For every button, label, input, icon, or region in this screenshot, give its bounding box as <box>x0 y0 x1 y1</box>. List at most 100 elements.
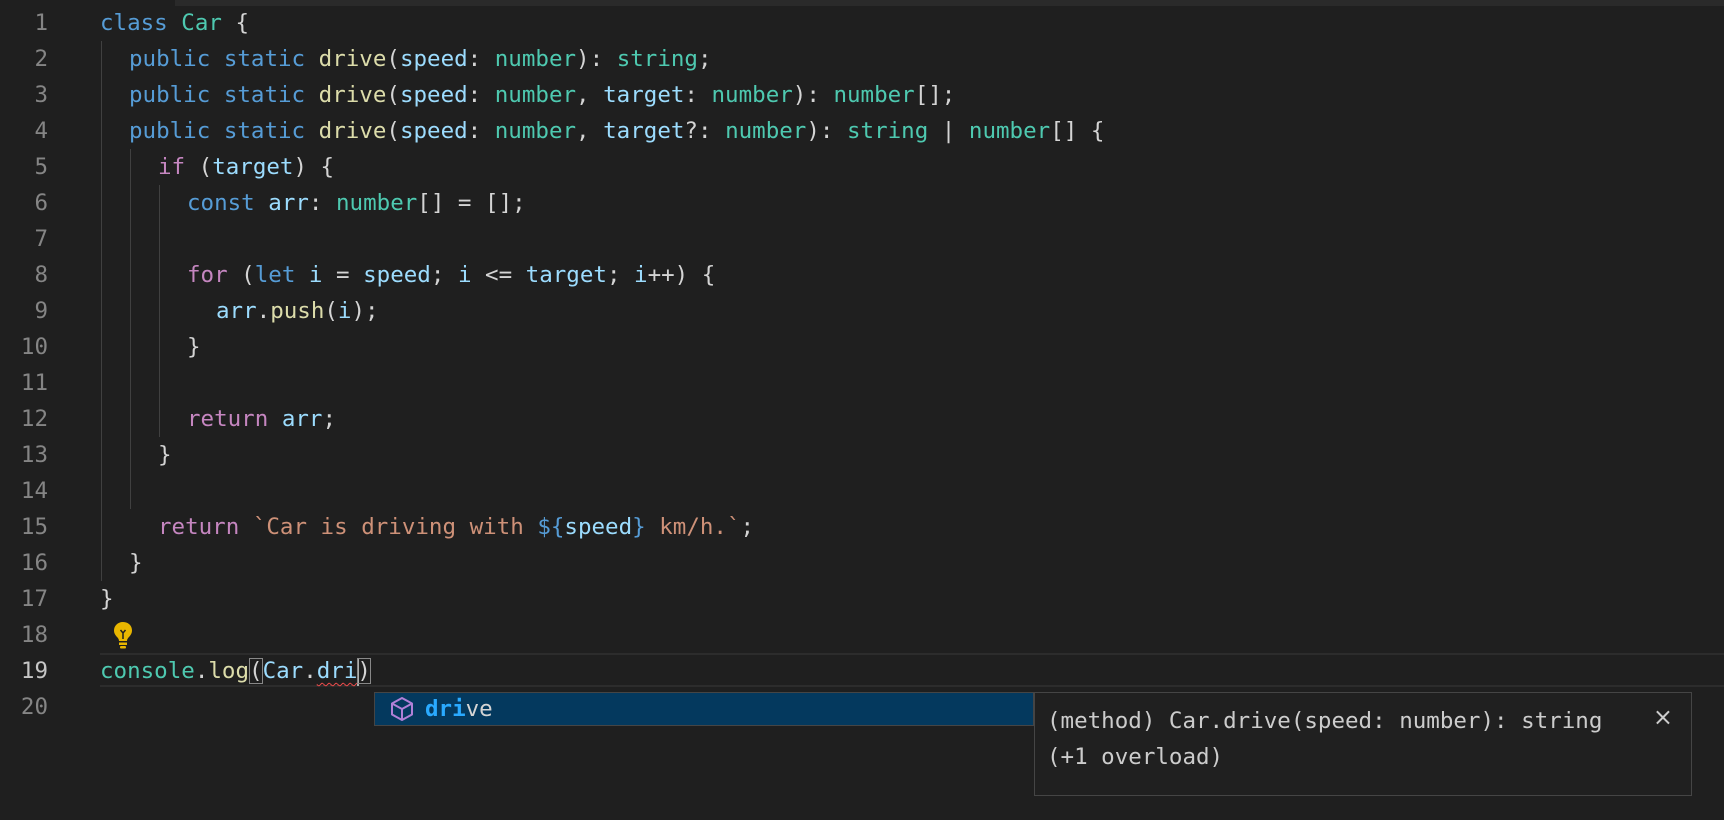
punctuation: ) { <box>293 154 335 180</box>
code-line-19: console.log(Car.dri) <box>100 653 371 689</box>
code-line-1: class Car { <box>100 5 249 41</box>
object-name: console <box>100 658 195 684</box>
keyword: const <box>187 190 255 216</box>
keyword: public <box>129 46 211 72</box>
brace: } <box>187 334 201 360</box>
punctuation: ( <box>386 118 400 144</box>
punctuation: , <box>576 118 604 144</box>
code-line-8: for (let i = speed; i <= target; i++) { <box>187 257 715 293</box>
method-cube-icon-svg <box>391 697 413 721</box>
punctuation: ; <box>697 46 712 72</box>
type: number <box>968 118 1051 144</box>
method-name: drive <box>318 46 387 72</box>
variable: i <box>308 262 323 288</box>
template-string: `Car is driving with <box>252 514 538 540</box>
variable: arr <box>268 190 309 216</box>
punctuation: : <box>467 82 495 108</box>
variable: arr <box>281 406 323 432</box>
punctuation: ++) { <box>647 262 716 288</box>
variable: arr <box>216 298 257 324</box>
suggestion-details-panel: (method) Car.drive(speed: number): strin… <box>1034 692 1692 796</box>
lightbulb-icon-svg <box>114 622 132 649</box>
code-line-3: public static drive(speed: number, targe… <box>129 77 955 113</box>
keyword: return <box>158 514 240 540</box>
keyword: static <box>223 118 306 144</box>
method-name: drive <box>318 82 387 108</box>
punctuation: []; <box>914 82 956 108</box>
punctuation: ; <box>740 514 755 540</box>
punctuation: , <box>576 82 604 108</box>
punctuation: [] = []; <box>417 190 526 216</box>
type: string <box>616 46 698 72</box>
line-number: 17 <box>20 586 48 612</box>
code-line-17: } <box>100 581 114 617</box>
variable: target <box>212 154 294 180</box>
code-line-2: public static drive(speed: number): stri… <box>129 41 712 77</box>
variable: speed <box>363 262 431 288</box>
suggestion-label: drive <box>425 696 493 722</box>
keyword: public <box>129 82 211 108</box>
type: number <box>494 118 577 144</box>
code-line-6: const arr: number[] = []; <box>187 185 526 221</box>
variable: speed <box>564 514 633 540</box>
method-name: push <box>270 298 325 324</box>
line-number: 9 <box>34 298 48 324</box>
type: number <box>711 82 793 108</box>
class-name: Car <box>181 10 222 36</box>
type: number <box>725 118 807 144</box>
code-line-16: } <box>129 545 143 581</box>
template-interpolation: } <box>632 514 646 540</box>
variable: i <box>457 262 472 288</box>
line-number: 20 <box>20 694 48 720</box>
type: number <box>494 82 577 108</box>
matching-bracket-open: ( <box>249 658 263 684</box>
matching-bracket-close: ) <box>357 658 371 684</box>
punctuation: [] { <box>1050 118 1105 144</box>
code-line-15: return `Car is driving with ${speed} km/… <box>158 509 754 545</box>
punctuation: ): <box>576 46 617 72</box>
punctuation: | <box>928 118 969 144</box>
operator: = <box>322 262 364 288</box>
line-number: 8 <box>34 262 48 288</box>
suggestion-overload-note: (+1 overload) <box>1047 744 1224 770</box>
suggestion-signature: (method) Car.drive(speed: number): strin… <box>1047 708 1603 734</box>
punctuation: . <box>256 298 271 324</box>
template-string: km/h.` <box>645 514 741 540</box>
suggestion-match: dri <box>425 696 466 722</box>
line-number: 11 <box>20 370 48 396</box>
method-name: log <box>208 658 250 684</box>
line-number: 4 <box>34 118 48 144</box>
parameter: speed <box>399 118 468 144</box>
code-line-5: if (target) { <box>158 149 334 185</box>
code-line-9: arr.push(i); <box>216 293 379 329</box>
brace: { <box>235 10 250 36</box>
parameter: target <box>603 118 685 144</box>
punctuation: : <box>467 46 495 72</box>
line-number: 15 <box>20 514 48 540</box>
line-number: 14 <box>20 478 48 504</box>
line-number: 18 <box>20 622 48 648</box>
close-icon[interactable]: × <box>1653 699 1673 735</box>
line-number: 12 <box>20 406 48 432</box>
line-number: 5 <box>34 154 48 180</box>
punctuation: . <box>303 658 317 684</box>
punctuation: ): <box>806 118 847 144</box>
line-number: 13 <box>20 442 48 468</box>
lightbulb-icon[interactable] <box>112 620 134 650</box>
punctuation: ; <box>322 406 337 432</box>
brace: } <box>158 442 172 468</box>
punctuation: ( <box>386 82 400 108</box>
punctuation: : <box>308 190 337 216</box>
keyword: static <box>223 46 306 72</box>
method-name: drive <box>318 118 387 144</box>
method-cube-icon <box>387 694 417 724</box>
keyword: if <box>158 154 186 180</box>
punctuation: ): <box>792 82 834 108</box>
punctuation: ( <box>324 298 338 324</box>
type: number <box>494 46 577 72</box>
type: string <box>846 118 929 144</box>
error-squiggle-text: dri <box>316 658 358 684</box>
suggestion-item-drive[interactable]: drive <box>374 692 1034 726</box>
punctuation: : <box>467 118 495 144</box>
brace: } <box>100 586 114 612</box>
